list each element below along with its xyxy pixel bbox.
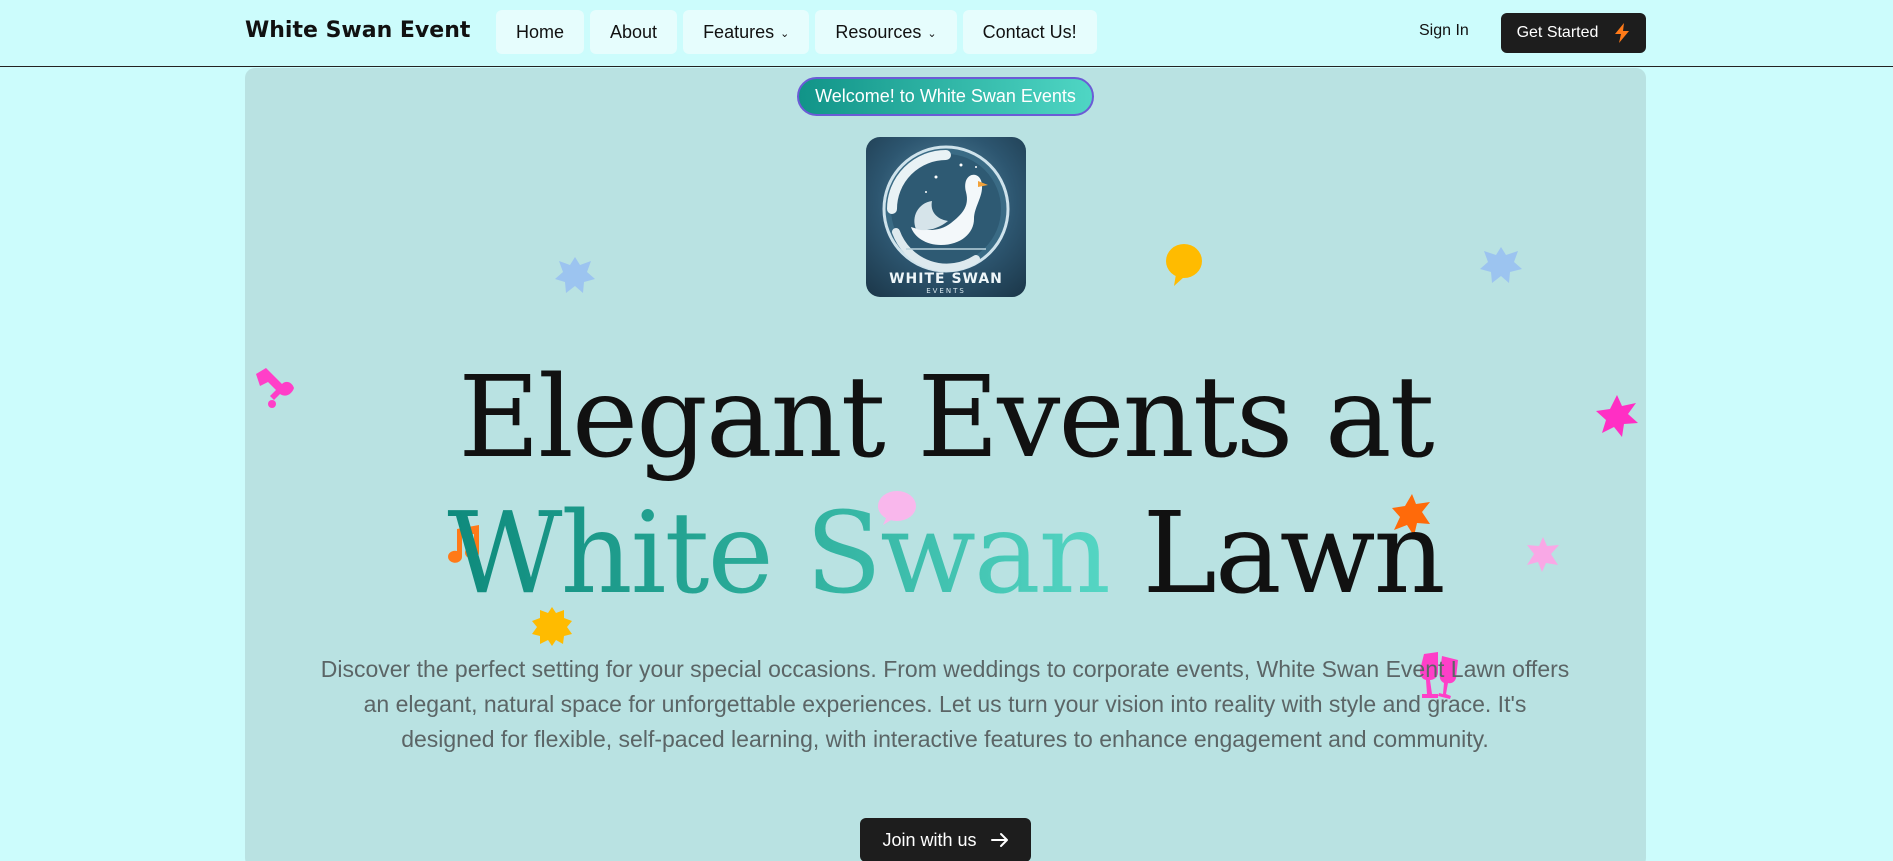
lightning-bolt-icon [1615,23,1630,43]
get-started-label: Get Started [1516,24,1599,41]
nav-resources-label: Resources [835,21,922,42]
chevron-down-icon: ⌄ [927,27,937,40]
welcome-badge[interactable]: Welcome! to White Swan Events [797,77,1094,116]
hero-headline-line1: Elegant Events at [458,353,1434,483]
logo-title: WHITE SWAN [889,271,1003,287]
nav-features-dropdown[interactable]: Features ⌄ [683,10,810,54]
starburst-icon [555,257,595,293]
headline-highlight: White Swan [447,489,1110,619]
top-navbar: White Swan Event Home About Features ⌄ Re… [0,0,1893,67]
hero-headline-line2: White Swan Lawn [245,498,1646,610]
nav-home-label: Home [516,21,565,42]
arrow-right-icon [990,833,1008,847]
white-swan-logo: WHITE SWAN EVENTS [866,137,1026,297]
sign-in-link[interactable]: Sign In [1419,22,1469,40]
nav-resources-dropdown[interactable]: Resources ⌄ [815,10,957,54]
nav-home[interactable]: Home [496,10,585,54]
headline-end: Lawn [1142,489,1445,619]
get-started-button[interactable]: Get Started [1501,13,1646,53]
speech-bubble-icon [1166,244,1202,286]
chevron-down-icon: ⌄ [780,27,790,40]
logo-subtitle: EVENTS [926,287,966,295]
nav-features-label: Features [703,21,775,42]
nav-contact-label: Contact Us! [982,21,1077,42]
nav-contact[interactable]: Contact Us! [962,10,1097,54]
nav-about-label: About [610,21,658,42]
join-with-us-button[interactable]: Join with us [860,818,1031,861]
nav-about[interactable]: About [590,10,678,54]
starburst-icon [1480,247,1522,283]
join-label: Join with us [882,829,977,850]
brand-name[interactable]: White Swan Event [245,18,470,43]
main-nav: Home About Features ⌄ Resources ⌄ Contact … [496,10,1097,54]
hero-description: Discover the perfect setting for your sp… [320,656,1570,752]
